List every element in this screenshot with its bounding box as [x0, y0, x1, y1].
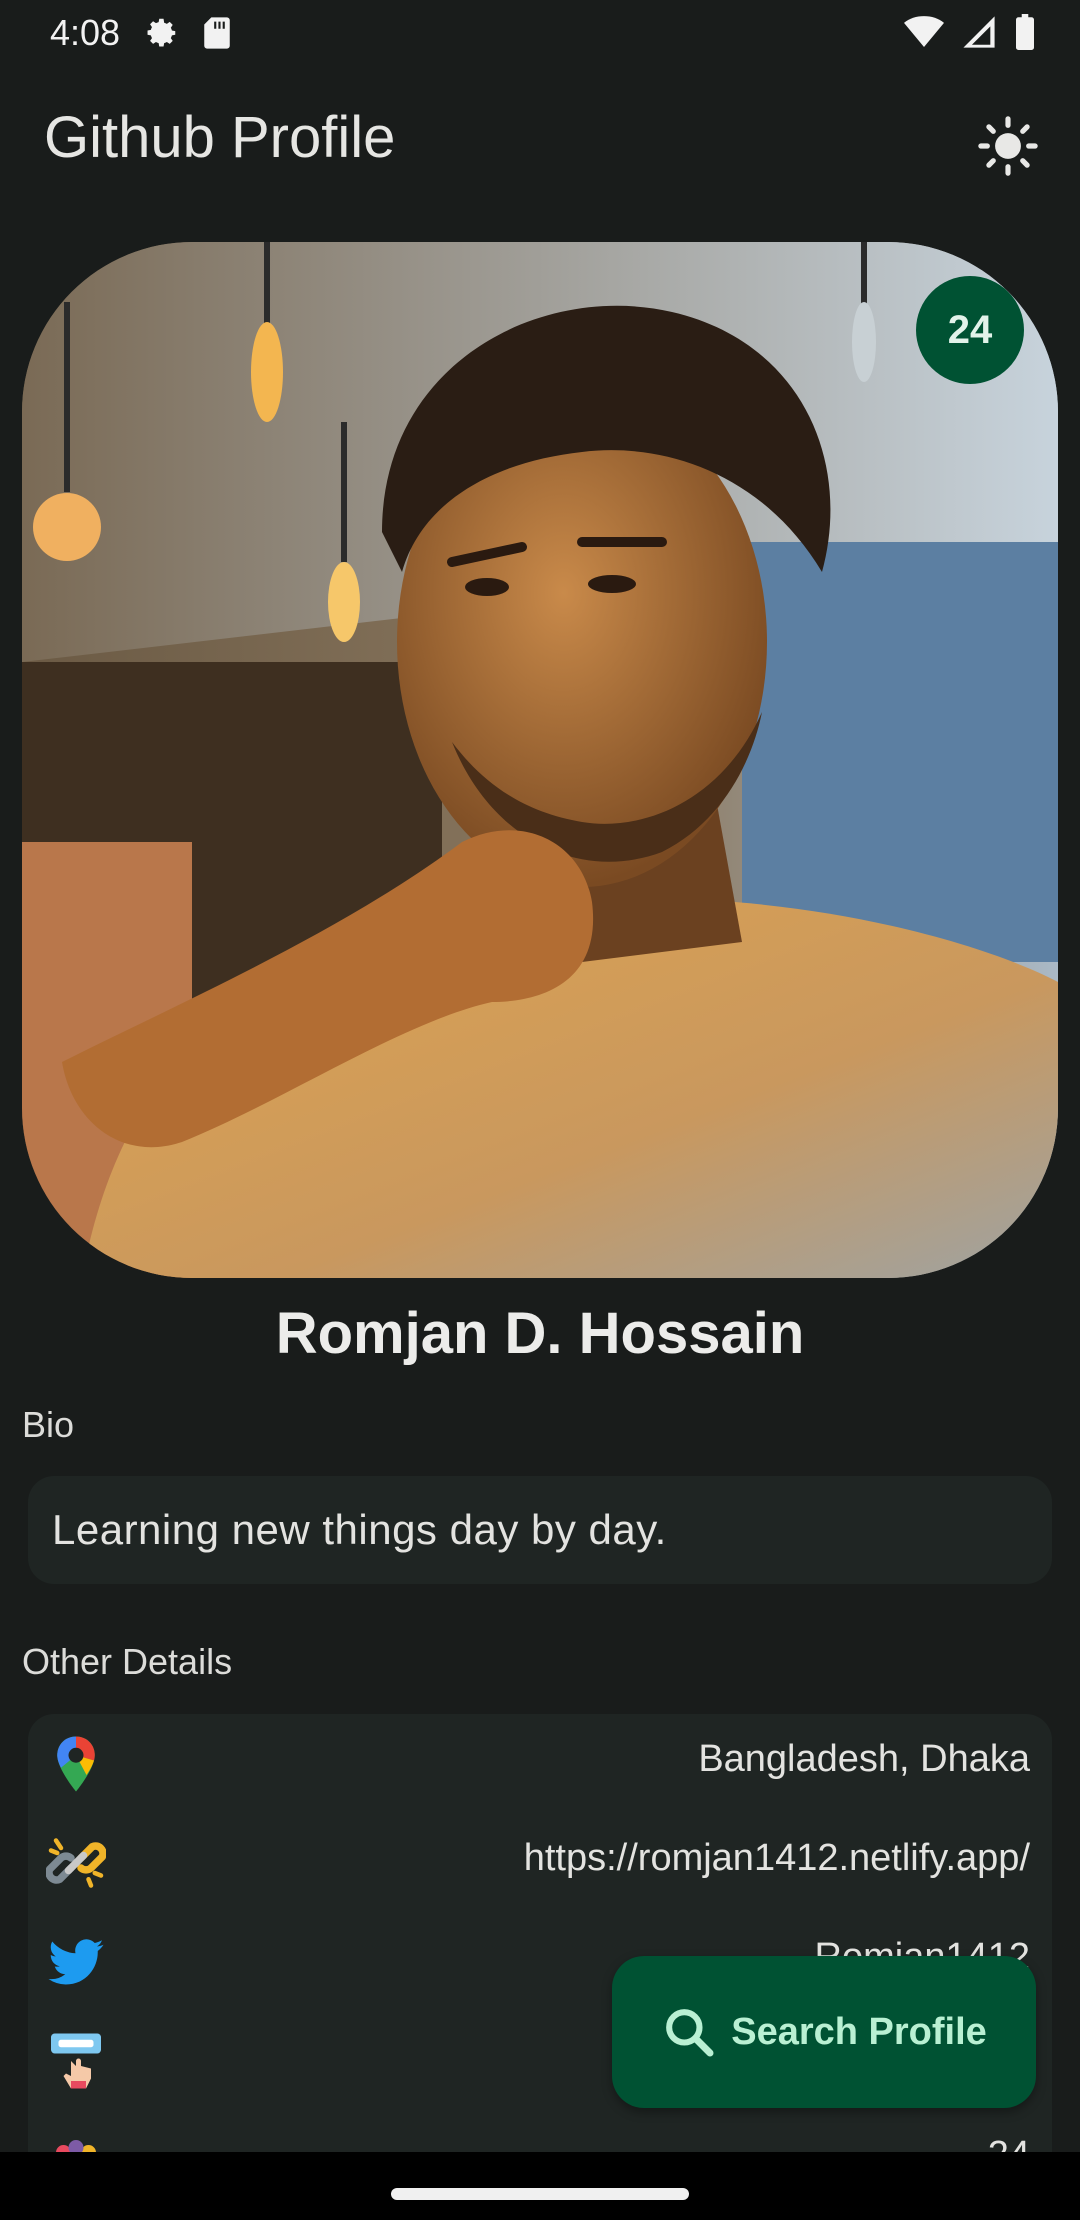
detail-row-location: Bangladesh, Dhaka: [28, 1714, 1052, 1813]
other-details-label: Other Details: [22, 1641, 233, 1682]
search-profile-button[interactable]: Search Profile: [612, 1956, 1036, 2108]
detail-row-website[interactable]: https://romjan1412.netlify.app/: [28, 1813, 1052, 1912]
status-right-icons: [904, 14, 1036, 50]
theme-toggle-button[interactable]: [972, 110, 1044, 182]
wifi-icon: [904, 16, 944, 47]
map-pin-icon: [57, 1736, 95, 1792]
location-value: Bangladesh, Dhaka: [698, 1738, 1030, 1780]
sd-card-icon: [204, 17, 230, 49]
sun-icon: [978, 116, 1038, 176]
status-bar: 4:08: [0, 0, 1080, 66]
status-left-icons: [142, 14, 232, 52]
bio-label: Bio: [22, 1404, 75, 1445]
app-title: Github Profile: [44, 105, 396, 170]
profile-name: Romjan D. Hossain: [275, 1301, 805, 1366]
search-profile-label: Search Profile: [731, 2010, 987, 2053]
bio-text: Learning new things day by day.: [52, 1506, 667, 1553]
public-repos-badge: 24: [916, 276, 1024, 384]
link-icon: [46, 1838, 106, 1888]
cellular-signal-icon: [963, 16, 995, 48]
home-gesture-handle[interactable]: [391, 2188, 689, 2200]
status-time: 4:08: [50, 12, 121, 53]
screen: 4:08 Github Profile 24 Romjan D. Hossain…: [0, 0, 1080, 2220]
battery-icon: [1016, 14, 1034, 50]
navigation-bar: [0, 2152, 1080, 2220]
search-icon: [666, 2009, 714, 2057]
bio-card: Learning new things day by day.: [28, 1476, 1052, 1584]
profile-avatar: [22, 242, 1058, 1278]
website-value[interactable]: https://romjan1412.netlify.app/: [524, 1837, 1030, 1880]
settings-icon: [147, 18, 176, 47]
follow-icon: [51, 2033, 101, 2089]
twitter-icon: [48, 1939, 104, 1985]
